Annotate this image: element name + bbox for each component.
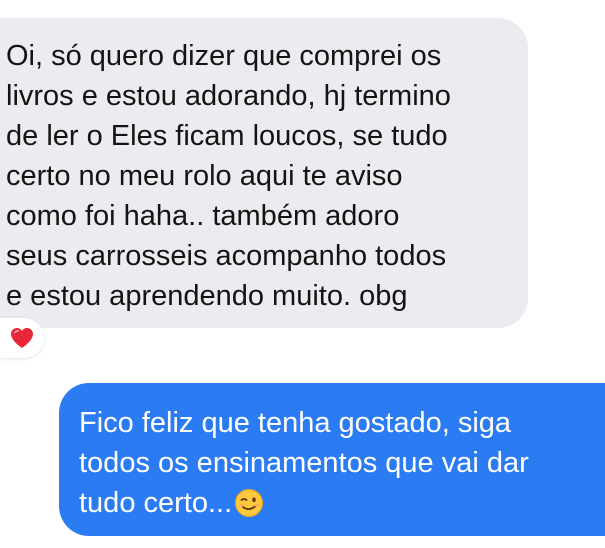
incoming-message-line: de ler o Eles ficam loucos, se tudo: [6, 120, 448, 152]
incoming-message-line: certo no meu rolo aqui te aviso: [6, 160, 403, 192]
winking-face-icon: [235, 489, 264, 517]
outgoing-message-line: Fico feliz que tenha gostado, siga: [79, 407, 512, 439]
chat-thread: Oi, só quero dizer que comprei os livros…: [0, 0, 605, 548]
outgoing-message-bubble[interactable]: Fico feliz que tenha gostado, siga todos…: [59, 383, 605, 536]
outgoing-message-last-line: tudo certo...: [79, 483, 595, 523]
outgoing-message-line: todos os ensinamentos que vai dar: [79, 447, 529, 479]
incoming-message-line: livros e estou adorando, hj termino: [6, 80, 451, 112]
incoming-message-line: Oi, só quero dizer que comprei os: [6, 40, 442, 72]
incoming-message-line: seus carrosseis acompanho todos: [6, 240, 447, 272]
outgoing-message-text: tudo certo...: [79, 487, 233, 519]
incoming-message-line: e estou aprendendo muito. obg: [6, 280, 408, 312]
incoming-message-bubble[interactable]: Oi, só quero dizer que comprei os livros…: [0, 18, 528, 328]
incoming-message-line: como foi haha.. também adoro: [6, 200, 400, 232]
message-reaction[interactable]: [0, 318, 44, 358]
red-heart-icon: [11, 328, 33, 348]
